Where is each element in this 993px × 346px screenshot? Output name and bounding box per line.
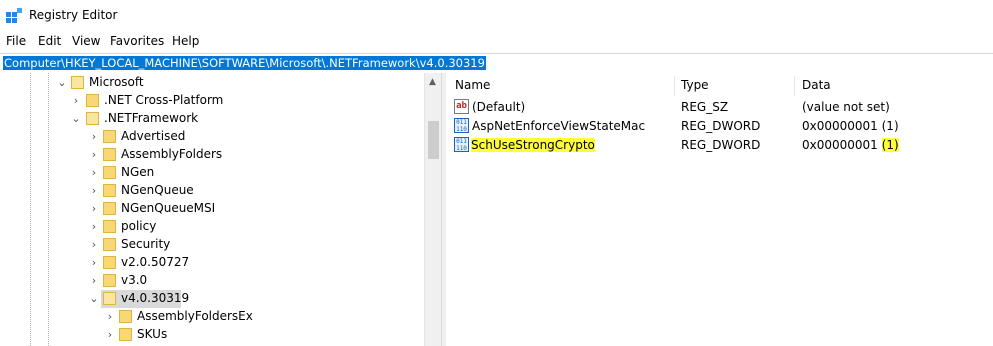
value-type: REG_DWORD — [681, 138, 761, 152]
tree-node-label: .NETFramework — [104, 111, 199, 125]
menu-file[interactable]: File — [6, 34, 26, 48]
column-divider[interactable] — [794, 76, 795, 96]
tree-node-label: AssemblyFolders — [121, 147, 223, 161]
folder-icon — [103, 238, 116, 251]
tree-node-advertised[interactable]: › Advertised — [0, 128, 424, 146]
tree-node-ngenqueuemsi[interactable]: › NGenQueueMSI — [0, 200, 424, 218]
tree-node-security[interactable]: › Security — [0, 236, 424, 254]
address-path[interactable]: Computer\HKEY_LOCAL_MACHINE\SOFTWARE\Mic… — [3, 56, 486, 70]
folder-icon — [103, 220, 116, 233]
tree-node-assemblyfoldersex[interactable]: › AssemblyFoldersEx — [0, 308, 424, 326]
folder-icon — [103, 274, 116, 287]
folder-icon — [103, 130, 116, 143]
tree-node-v3-0[interactable]: › v3.0 — [0, 272, 424, 290]
value-data-hex: 0x00000001 — [802, 138, 878, 152]
values-list[interactable]: Name Type Data ab (Default) REG_SZ (valu… — [446, 73, 993, 346]
tree-node-label: Security — [121, 237, 171, 251]
value-row[interactable]: 011 110 AspNetEnforceViewStateMac REG_DWO… — [446, 117, 993, 136]
folder-icon — [119, 328, 132, 341]
column-header-data[interactable]: Data — [802, 78, 831, 92]
registry-tree[interactable]: ⌄ Microsoft › .NET Cross-Platform ⌄ .NET… — [0, 73, 424, 346]
string-value-icon: ab — [454, 99, 469, 114]
tree-node-label: v2.0.50727 — [121, 255, 190, 269]
value-data-decimal: (1) — [881, 138, 899, 152]
menu-edit[interactable]: Edit — [38, 34, 61, 48]
chevron-right-icon[interactable]: › — [88, 131, 100, 143]
tree-node-ngen[interactable]: › NGen — [0, 164, 424, 182]
folder-icon — [103, 166, 116, 179]
folder-open-icon — [103, 292, 116, 305]
scroll-up-arrow-icon[interactable]: ▲ — [429, 77, 436, 87]
tree-node-label: SKUs — [137, 327, 168, 341]
folder-open-icon — [71, 76, 84, 89]
chevron-right-icon[interactable]: › — [104, 311, 116, 323]
scroll-thumb[interactable] — [428, 121, 439, 159]
chevron-right-icon[interactable]: › — [88, 203, 100, 215]
chevron-down-icon[interactable]: ⌄ — [70, 113, 82, 125]
column-divider[interactable] — [674, 76, 675, 96]
menu-bar: File Edit View Favorites Help — [0, 32, 993, 52]
column-header-name[interactable]: Name — [455, 78, 490, 92]
tree-node-label: NGen — [121, 165, 155, 179]
folder-open-icon — [86, 112, 99, 125]
chevron-down-icon[interactable]: ⌄ — [88, 293, 100, 305]
tree-node-label: .NET Cross-Platform — [104, 93, 224, 107]
value-type: REG_SZ — [681, 100, 729, 114]
menu-view[interactable]: View — [72, 34, 100, 48]
folder-icon — [103, 202, 116, 215]
menu-help[interactable]: Help — [172, 34, 199, 48]
folder-icon — [103, 256, 116, 269]
tree-scrollbar[interactable]: ▲ — [424, 73, 442, 346]
chevron-right-icon[interactable]: › — [88, 149, 100, 161]
chevron-down-icon[interactable]: ⌄ — [56, 77, 68, 89]
folder-icon — [119, 310, 132, 323]
chevron-right-icon[interactable]: › — [88, 275, 100, 287]
tree-node-net-cross-platform[interactable]: › .NET Cross-Platform — [0, 92, 424, 110]
chevron-right-icon[interactable]: › — [88, 221, 100, 233]
tree-node-label: v4.0.30319 — [121, 291, 190, 305]
tree-node-label: policy — [121, 219, 157, 233]
tree-node-label: v3.0 — [121, 273, 148, 287]
tree-node-label: NGenQueueMSI — [121, 201, 216, 215]
value-name: AspNetEnforceViewStateMac — [472, 119, 646, 133]
tree-node-netframework[interactable]: ⌄ .NETFramework — [0, 110, 424, 128]
dword-value-icon: 011 110 — [454, 118, 469, 133]
value-name: SchUseStrongCrypto — [471, 138, 595, 152]
tree-node-v2-0-50727[interactable]: › v2.0.50727 — [0, 254, 424, 272]
tree-node-label: Microsoft — [89, 75, 144, 89]
address-bar[interactable]: Computer\HKEY_LOCAL_MACHINE\SOFTWARE\Mic… — [0, 53, 993, 74]
value-row[interactable]: 011 110 SchUseStrongCrypto REG_DWORD 0x00… — [446, 136, 993, 155]
tree-node-policy[interactable]: › policy — [0, 218, 424, 236]
value-data: (value not set) — [802, 100, 890, 114]
menu-favorites[interactable]: Favorites — [110, 34, 164, 48]
value-name: (Default) — [472, 100, 526, 114]
folder-icon — [103, 148, 116, 161]
chevron-right-icon[interactable]: › — [88, 185, 100, 197]
folder-icon — [86, 94, 99, 107]
value-data: 0x00000001 (1) — [802, 119, 899, 133]
tree-node-v4-0-30319[interactable]: ⌄ v4.0.30319 — [0, 290, 424, 308]
chevron-right-icon[interactable]: › — [104, 329, 116, 341]
dword-value-icon: 011 110 — [454, 137, 469, 152]
chevron-right-icon[interactable]: › — [70, 95, 82, 107]
column-header-type[interactable]: Type — [681, 78, 709, 92]
value-data: 0x00000001 (1) — [802, 138, 899, 152]
tree-node-label: Advertised — [121, 129, 186, 143]
tree-node-label: NGenQueue — [121, 183, 194, 197]
folder-icon — [103, 184, 116, 197]
tree-node-ngenqueue[interactable]: › NGenQueue — [0, 182, 424, 200]
tree-node-label: AssemblyFoldersEx — [137, 309, 253, 323]
tree-node-microsoft[interactable]: ⌄ Microsoft — [0, 74, 424, 92]
chevron-right-icon[interactable]: › — [88, 257, 100, 269]
registry-editor-icon — [6, 8, 22, 23]
tree-node-assemblyfolders[interactable]: › AssemblyFolders — [0, 146, 424, 164]
chevron-right-icon[interactable]: › — [88, 239, 100, 251]
window-title: Registry Editor — [29, 8, 118, 22]
title-bar: Registry Editor — [0, 0, 993, 30]
tree-node-skus[interactable]: › SKUs — [0, 326, 424, 344]
chevron-right-icon[interactable]: › — [88, 167, 100, 179]
value-row[interactable]: ab (Default) REG_SZ (value not set) — [446, 98, 993, 117]
value-type: REG_DWORD — [681, 119, 761, 133]
